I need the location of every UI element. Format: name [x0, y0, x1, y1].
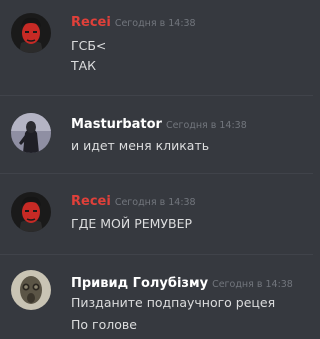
- avatar[interactable]: [11, 192, 51, 232]
- avatar[interactable]: [11, 113, 51, 153]
- message-text: ГДЕ МОЙ РЕМУВЕР: [71, 216, 193, 231]
- red-face-avatar-icon: [11, 192, 51, 232]
- timestamp[interactable]: Сегодня в 14:38: [212, 279, 293, 290]
- message-group: Recei Сегодня в 14:38 ГДЕ МОЙ РЕМУВЕР: [0, 174, 313, 254]
- message-header: Recei Сегодня в 14:38: [71, 12, 196, 33]
- dark-figure-avatar-icon: [11, 113, 51, 153]
- message-group: Masturbator Сегодня в 14:38 и идет меня к…: [0, 96, 313, 173]
- timestamp[interactable]: Сегодня в 14:38: [166, 120, 247, 131]
- message-text: ГСБ<: [71, 38, 107, 53]
- message-group: Recei Сегодня в 14:38 ГСБ< ТАК: [0, 0, 313, 95]
- author-name[interactable]: Привид Голубізму: [71, 276, 208, 291]
- message-header: Recei Сегодня в 14:38: [71, 191, 196, 212]
- avatar[interactable]: [11, 270, 51, 310]
- author-name[interactable]: Masturbator: [71, 117, 162, 132]
- author-name[interactable]: Recei: [71, 15, 111, 30]
- timestamp[interactable]: Сегодня в 14:38: [115, 18, 196, 29]
- message-header: Masturbator Сегодня в 14:38: [71, 114, 247, 135]
- author-name[interactable]: Recei: [71, 194, 111, 209]
- message-header: Привид Голубізму Сегодня в 14:38: [71, 273, 293, 294]
- timestamp[interactable]: Сегодня в 14:38: [115, 197, 196, 208]
- message-text: и идет меня кликать: [71, 138, 210, 153]
- red-face-avatar-icon: [11, 13, 51, 53]
- avatar[interactable]: [11, 13, 51, 53]
- message-text: ТАК: [71, 58, 97, 73]
- message-group: Привид Голубізму Сегодня в 14:38 Пизданит…: [0, 255, 313, 339]
- message-text: Пизданите подпаучного рецея: [71, 295, 276, 310]
- gas-mask-avatar-icon: [11, 270, 51, 310]
- message-text: По голове: [71, 317, 137, 332]
